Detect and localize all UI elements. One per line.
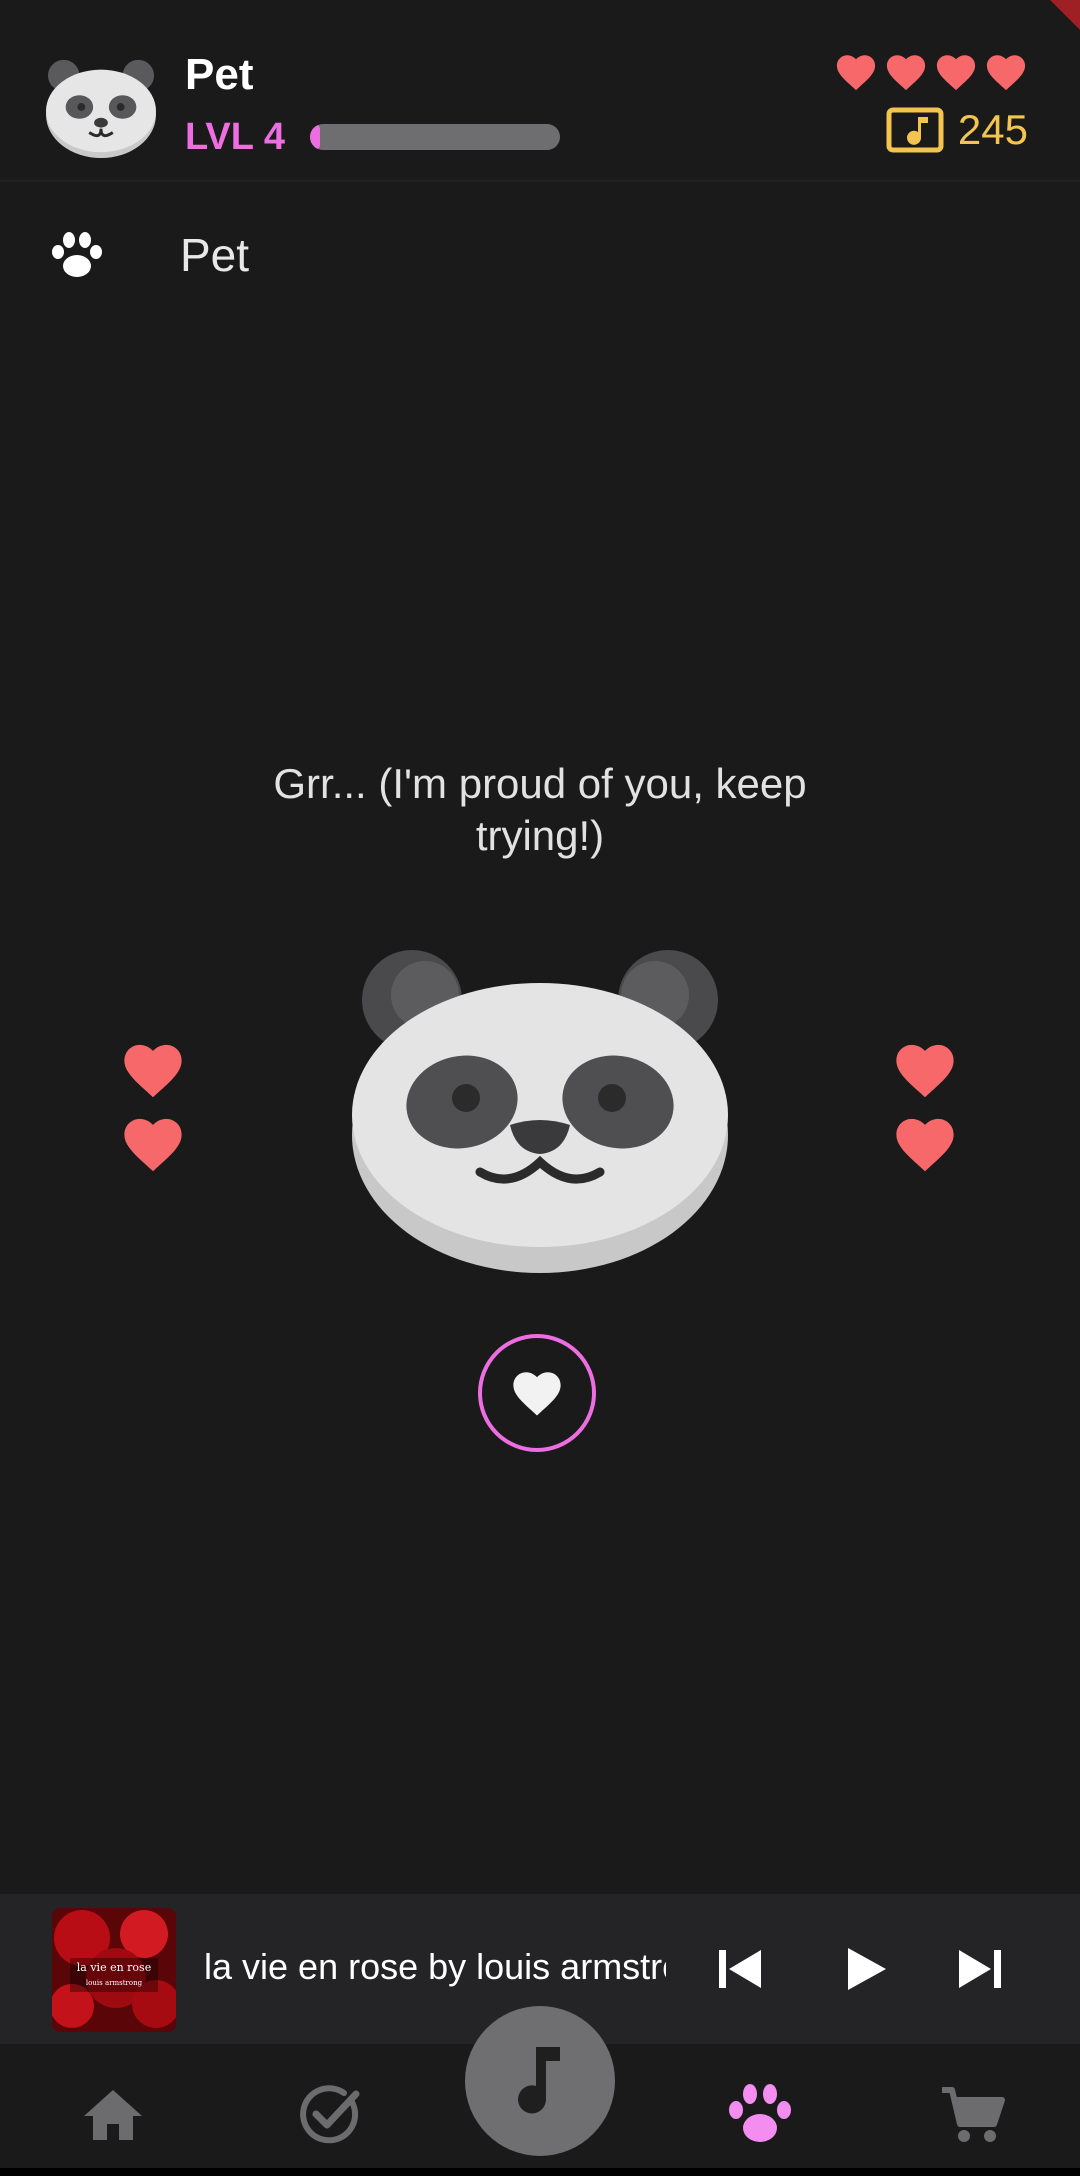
cart-icon[interactable] — [938, 2080, 1008, 2150]
paw-icon — [52, 232, 102, 277]
coin-counter: 245 — [886, 106, 1028, 154]
pet-name: Pet — [185, 50, 254, 99]
next-track-icon[interactable] — [945, 1934, 1015, 2004]
music-icon — [518, 2047, 560, 2114]
album-art-title: la vie en rose — [77, 1961, 151, 1974]
xp-progress-bar — [310, 124, 560, 150]
life-heart-icon — [886, 55, 926, 91]
panda-pet[interactable] — [350, 940, 730, 1275]
floating-heart-icon — [124, 1044, 182, 1098]
system-bar — [0, 2168, 1080, 2176]
life-heart-icon — [936, 55, 976, 91]
floating-heart-icon — [124, 1118, 182, 1172]
heart-icon — [513, 1372, 561, 1416]
section-title: Pet — [180, 229, 250, 281]
section-header: Pet — [0, 222, 1080, 286]
tasks-icon[interactable] — [294, 2080, 364, 2150]
header: Pet LVL 4 245 — [0, 0, 1080, 182]
floating-heart-icon — [896, 1044, 954, 1098]
music-nav-button[interactable] — [465, 2006, 615, 2156]
lives-hearts — [834, 52, 1028, 92]
life-heart-icon — [986, 55, 1026, 91]
track-title: la vie en rose by louis armstrong — [204, 1946, 666, 1987]
music-note-coin-icon — [886, 107, 944, 153]
panda-avatar — [46, 59, 156, 159]
coin-value: 245 — [957, 106, 1028, 153]
album-art[interactable]: la vie en rose louis armstrong — [52, 1908, 176, 2032]
side-hearts-left — [120, 1040, 188, 1188]
feed-love-button[interactable] — [478, 1334, 596, 1452]
play-icon[interactable] — [830, 1934, 900, 2004]
life-heart-icon — [836, 55, 876, 91]
side-hearts-right — [892, 1040, 960, 1188]
album-art-artist: louis armstrong — [86, 1979, 143, 1987]
level-label: LVL 4 — [185, 116, 285, 158]
pet-icon[interactable] — [725, 2080, 795, 2150]
previous-track-icon[interactable] — [705, 1934, 775, 2004]
home-icon[interactable] — [78, 2080, 148, 2150]
xp-progress-fill — [310, 124, 320, 150]
pet-speech-text: Grr... (I'm proud of you, keep trying!) — [273, 760, 807, 859]
floating-heart-icon — [896, 1118, 954, 1172]
